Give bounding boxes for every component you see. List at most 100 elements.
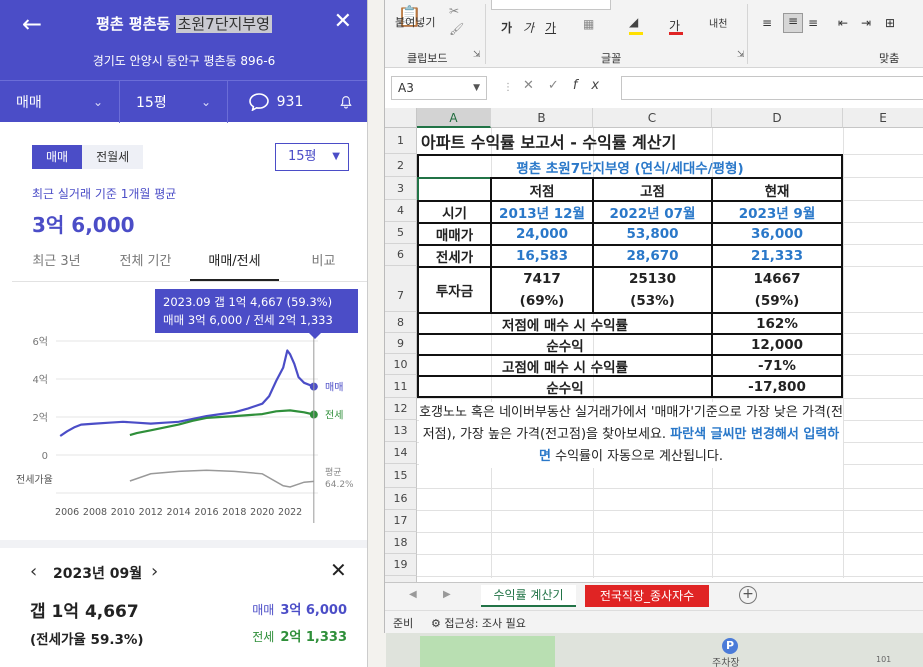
sale-high[interactable]: 53,800 <box>592 222 713 246</box>
time-low[interactable]: 2013년 12월 <box>490 200 594 224</box>
low-profit-label[interactable]: 순수익 <box>417 333 713 356</box>
rent-low[interactable]: 16,583 <box>490 244 594 268</box>
high-yield-label[interactable]: 고점에 매수 시 수익률 <box>417 354 713 377</box>
low-yield-label[interactable]: 저점에 매수 시 수익률 <box>417 312 713 335</box>
tab-sale-rent[interactable]: 매매/전세 <box>190 246 279 281</box>
row-label-time[interactable]: 시기 <box>417 200 492 224</box>
row-header[interactable]: 8 <box>385 312 417 333</box>
report-subtitle[interactable]: 평촌 초원7단지부영 (연식/세대수/평형) <box>417 154 843 179</box>
align-left-icon[interactable]: ≡ <box>762 16 772 30</box>
high-yield-value[interactable]: -71% <box>711 354 843 377</box>
comments-button[interactable]: 931 <box>228 81 324 123</box>
column-header-e[interactable]: E <box>843 108 923 128</box>
insert-function-icon[interactable]: fx <box>573 78 613 93</box>
sheet-tab-yield-calculator[interactable]: 수익률 계산기 <box>481 585 576 607</box>
row-header[interactable]: 4 <box>385 200 417 222</box>
prev-month-chevron-icon[interactable]: ‹ <box>30 561 37 582</box>
row-header[interactable]: 2 <box>385 154 417 177</box>
time-current[interactable]: 2023년 9월 <box>711 200 843 224</box>
low-profit-value[interactable]: 12,000 <box>711 333 843 356</box>
row-header[interactable]: 12 <box>385 398 417 420</box>
sale-current[interactable]: 36,000 <box>711 222 843 246</box>
invest-high[interactable]: 25130 (53%) <box>592 266 713 314</box>
italic-icon[interactable]: 가 <box>523 19 534 36</box>
row-header[interactable]: 6 <box>385 244 417 266</box>
high-profit-label[interactable]: 순수익 <box>417 375 713 398</box>
row-header[interactable]: 1 <box>385 128 417 154</box>
rent-high[interactable]: 28,670 <box>592 244 713 268</box>
align-center-icon[interactable]: ≡ <box>783 13 803 33</box>
merge-center-icon[interactable]: ⊞ <box>885 16 895 30</box>
paste-button[interactable]: 붙여넣기 <box>395 14 435 30</box>
row-header[interactable]: 19 <box>385 554 417 576</box>
header-current[interactable]: 현재 <box>711 177 843 202</box>
cancel-icon[interactable]: ✕ <box>523 78 548 93</box>
outdent-icon[interactable]: ⇥ <box>861 16 871 30</box>
invest-current[interactable]: 14667 (59%) <box>711 266 843 314</box>
column-header-c[interactable]: C <box>593 108 712 128</box>
tab-compare[interactable]: 비교 <box>279 246 367 281</box>
dialog-launcher-icon[interactable]: ⇲ <box>473 50 481 60</box>
invest-low[interactable]: 7417 (69%) <box>490 266 594 314</box>
fill-color-icon[interactable]: ◢ <box>629 15 638 29</box>
name-box[interactable]: A3 ▼ <box>391 76 487 100</box>
add-sheet-icon[interactable]: + <box>739 586 757 604</box>
bold-icon[interactable]: 가 <box>501 19 512 36</box>
trade-type-filter[interactable]: 매매 ⌄ <box>0 81 120 123</box>
font-name-box[interactable] <box>491 0 611 10</box>
low-yield-value[interactable]: 162% <box>711 312 843 335</box>
column-header-d[interactable]: D <box>712 108 843 128</box>
tab-all-period[interactable]: 전체 기간 <box>101 246 190 281</box>
notification-button[interactable] <box>324 81 367 123</box>
enter-icon[interactable]: ✓ <box>548 78 573 93</box>
formula-input[interactable] <box>621 76 923 100</box>
column-header-a[interactable]: A <box>417 108 491 128</box>
accessibility-status[interactable]: ⚙ 접근성: 조사 필요 <box>431 615 526 631</box>
align-right-icon[interactable]: ≡ <box>808 16 818 30</box>
size-select[interactable]: 15평 ▼ <box>275 143 349 171</box>
instruction-note[interactable]: 호갱노노 혹은 네이버부동산 실거래가에서 '매매가'기준으로 가장 낮은 가격… <box>419 402 843 468</box>
high-profit-value[interactable]: -17,800 <box>711 375 843 398</box>
toggle-sale[interactable]: 매매 <box>32 145 83 169</box>
row-header[interactable]: 15 <box>385 464 417 488</box>
tab-recent-3y[interactable]: 최근 3년 <box>12 246 101 281</box>
row-label-sale[interactable]: 매매가 <box>417 222 492 246</box>
row-header[interactable]: 9 <box>385 333 417 354</box>
next-month-chevron-icon[interactable]: › <box>151 561 158 582</box>
row-header[interactable]: 18 <box>385 532 417 554</box>
row-header[interactable]: 3 <box>385 177 417 200</box>
underline-icon[interactable]: 가 <box>545 19 556 36</box>
cut-icon[interactable]: ✂ <box>449 4 459 18</box>
report-title[interactable]: 아파트 수익률 보고서 - 수익률 계산기 <box>417 128 843 154</box>
header-high[interactable]: 고점 <box>592 177 713 202</box>
row-header[interactable]: 5 <box>385 222 417 244</box>
tab-scroll-right-icon[interactable]: ▶ <box>443 589 451 600</box>
close-icon[interactable]: ✕ <box>334 9 352 34</box>
sheet-tab-workers[interactable]: 전국직장_종사자수 <box>585 585 709 607</box>
time-high[interactable]: 2022년 07월 <box>592 200 713 224</box>
header-low[interactable]: 저점 <box>490 177 594 202</box>
border-icon[interactable]: ▦ <box>583 17 594 31</box>
indent-icon[interactable]: ⇤ <box>838 16 848 30</box>
format-painter-icon[interactable]: 🖌 <box>449 22 464 36</box>
size-filter[interactable]: 15평 ⌄ <box>120 81 228 123</box>
rent-current[interactable]: 21,333 <box>711 244 843 268</box>
row-header[interactable]: 7 <box>385 266 417 312</box>
row-header[interactable]: 13 <box>385 420 417 442</box>
row-header[interactable]: 11 <box>385 375 417 398</box>
close-icon[interactable]: ✕ <box>330 558 347 582</box>
toggle-rent[interactable]: 전월세 <box>82 145 144 169</box>
parking-icon[interactable]: P <box>722 638 738 654</box>
phonetic-icon[interactable]: 내천 <box>709 15 727 30</box>
select-all-corner[interactable] <box>385 108 417 128</box>
dialog-launcher-icon[interactable]: ⇲ <box>737 50 745 60</box>
row-header[interactable]: 10 <box>385 354 417 375</box>
sale-low[interactable]: 24,000 <box>490 222 594 246</box>
row-label-invest[interactable]: 투자금 <box>417 266 492 314</box>
row-header[interactable]: 14 <box>385 442 417 464</box>
row-header[interactable]: 17 <box>385 510 417 532</box>
tab-scroll-left-icon[interactable]: ◀ <box>409 589 417 600</box>
row-label-rent[interactable]: 전세가 <box>417 244 492 268</box>
column-header-b[interactable]: B <box>491 108 593 128</box>
row-header[interactable]: 16 <box>385 488 417 510</box>
